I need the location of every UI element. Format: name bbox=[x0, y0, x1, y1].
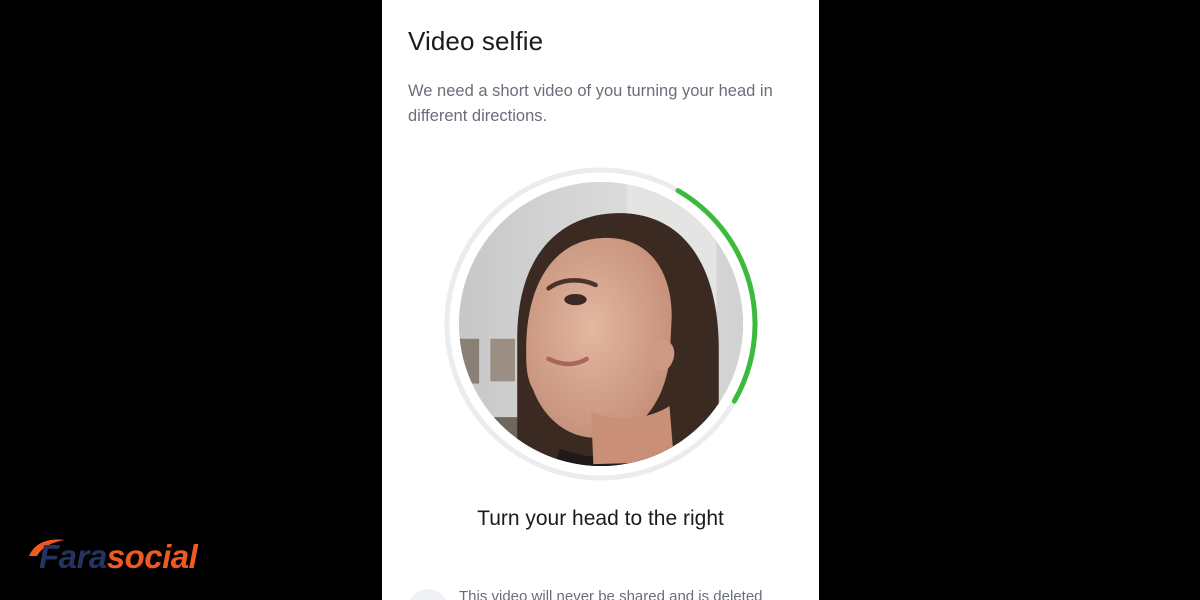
page-subtitle: We need a short video of you turning you… bbox=[408, 82, 773, 125]
privacy-notice-text: This video will never be shared and is d… bbox=[459, 588, 763, 600]
logo-text-social: social bbox=[106, 538, 198, 575]
page-title: Video selfie bbox=[408, 26, 544, 56]
privacy-notice: This video will never be shared and is d… bbox=[408, 586, 798, 600]
logo-text-fara: Fara bbox=[39, 538, 107, 575]
camera-capture-area bbox=[442, 165, 760, 483]
head-turn-instruction: Turn your head to the right bbox=[477, 507, 724, 530]
video-selfie-screen: Video selfie We need a short video of yo… bbox=[382, 0, 819, 600]
lock-icon bbox=[408, 589, 448, 600]
camera-feed bbox=[459, 182, 743, 466]
farasocial-watermark-logo: Farasocial bbox=[27, 534, 227, 575]
screen-recording-frame: Video selfie We need a short video of yo… bbox=[0, 0, 1200, 600]
face-camera-image bbox=[459, 182, 743, 466]
